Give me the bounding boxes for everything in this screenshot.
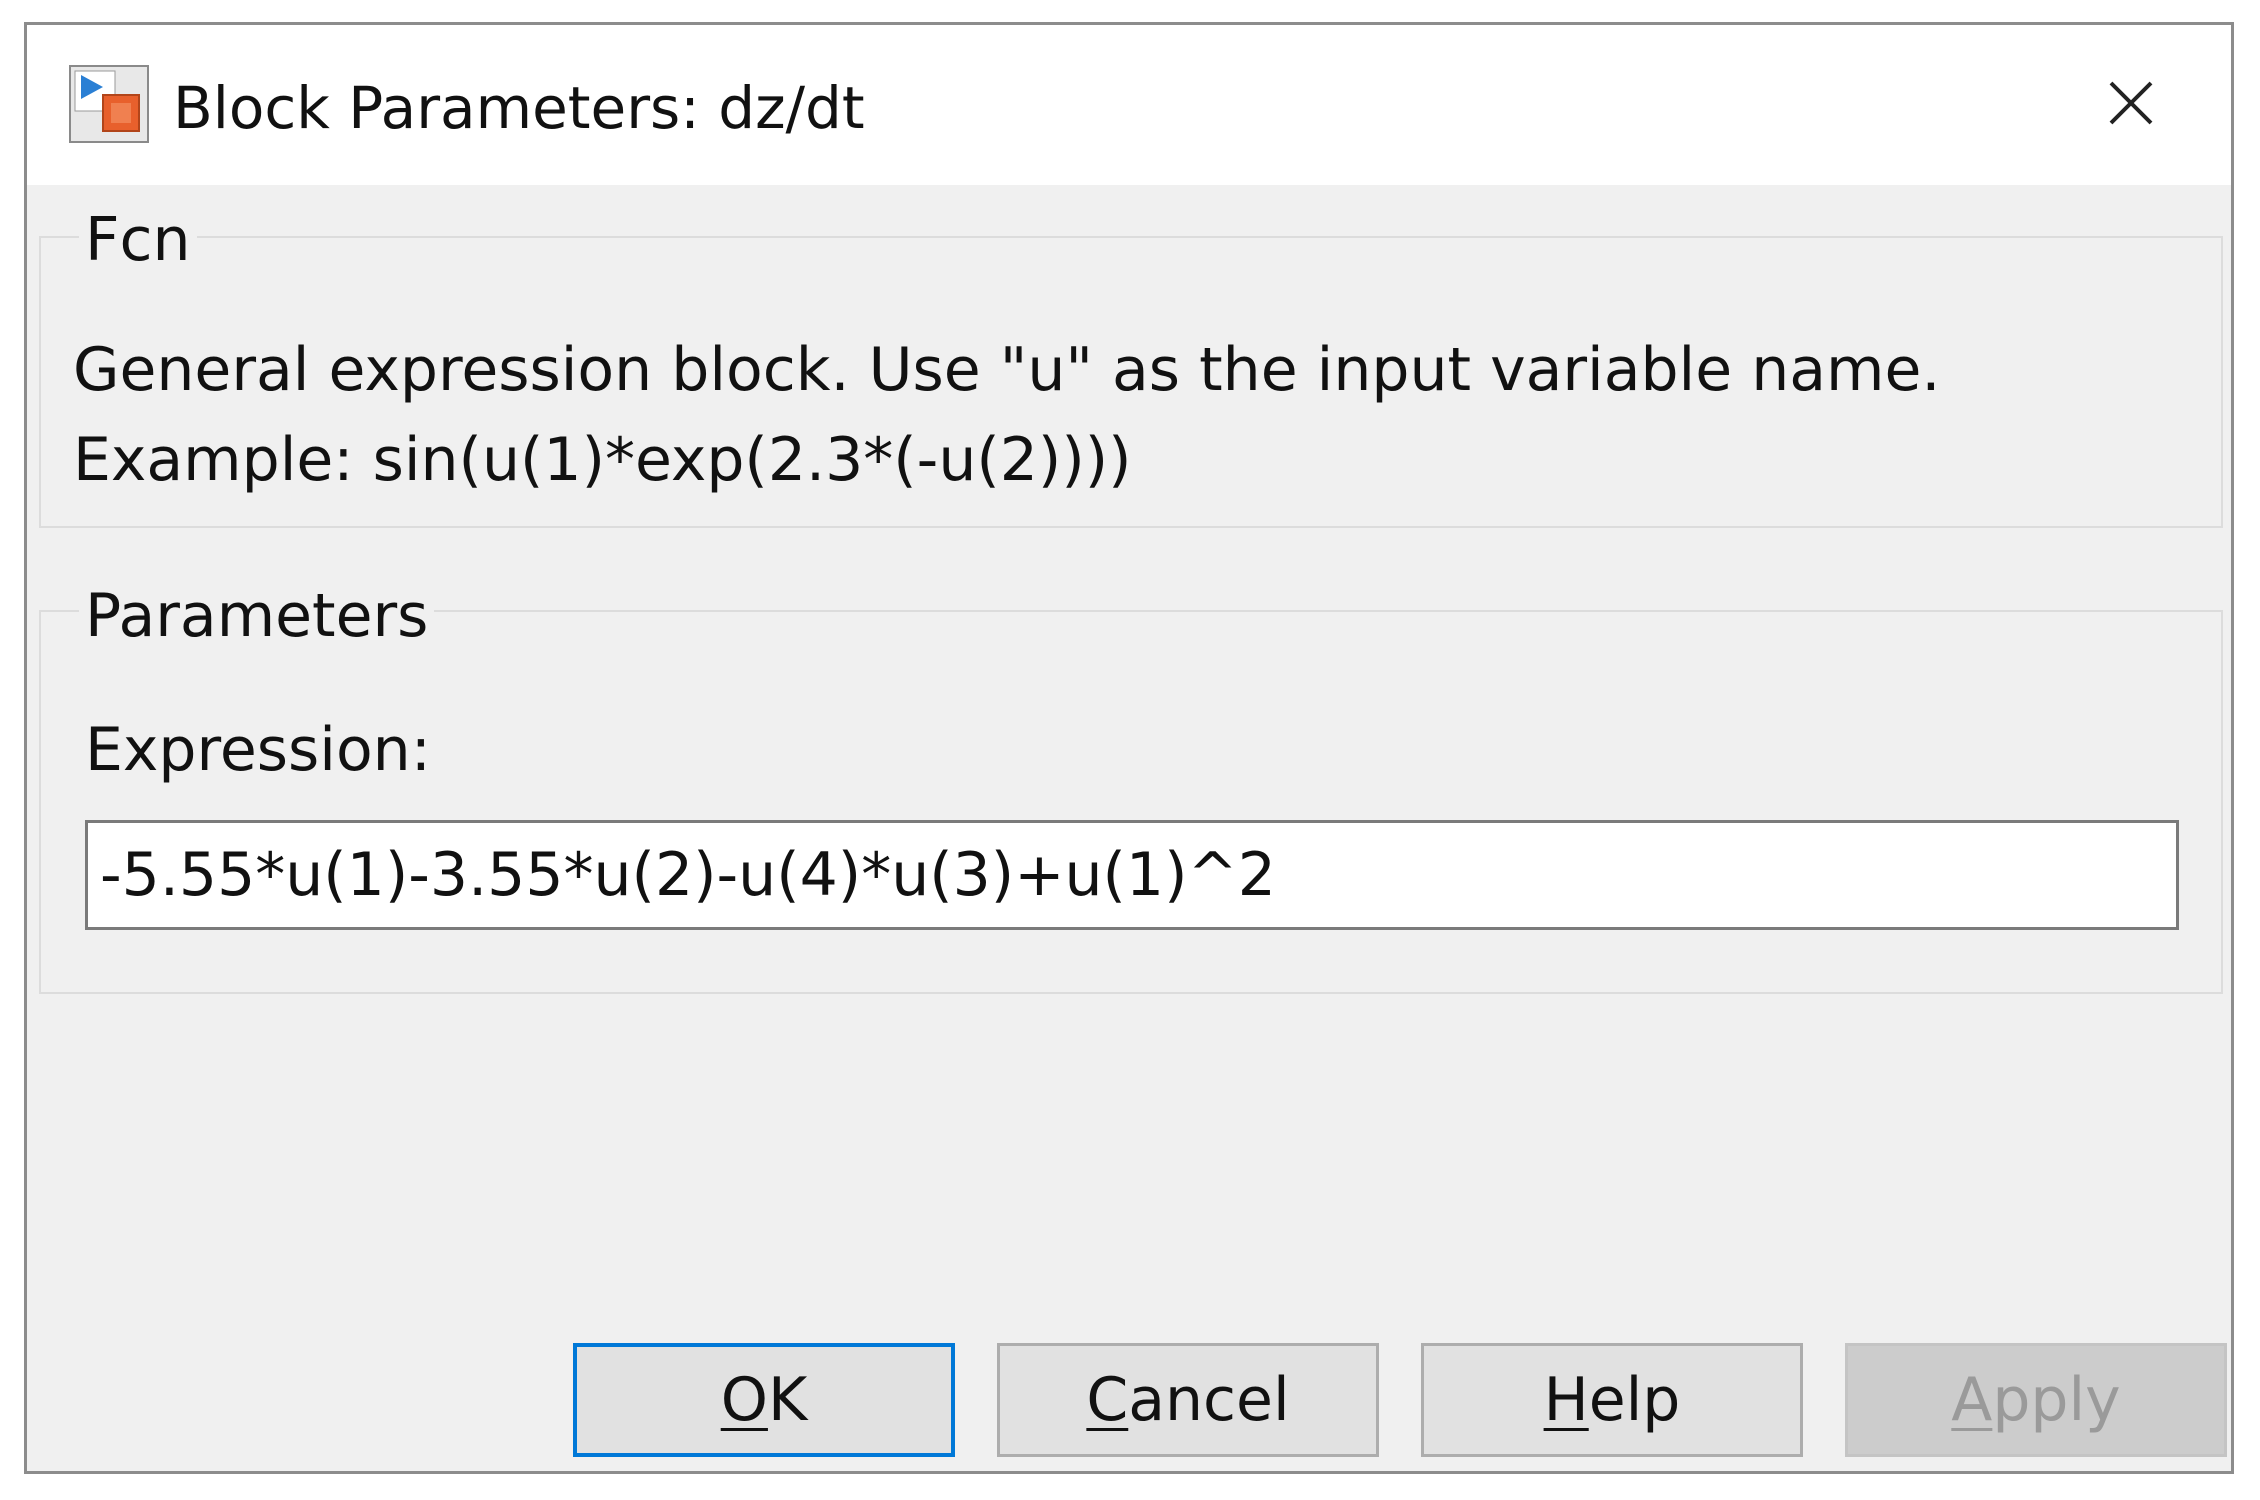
title-bar[interactable]: Block Parameters: dz/dt [27,25,2231,185]
ok-button[interactable]: OK [573,1343,955,1457]
close-button[interactable] [2091,65,2171,145]
help-label-rest: elp [1588,1365,1681,1435]
fcn-group-legend: Fcn [79,205,197,275]
cancel-mnemonic: C [1086,1365,1129,1435]
description-line-1: General expression block. Use "u" as the… [73,335,1941,405]
simulink-block-icon [69,65,149,143]
ok-label-rest: K [767,1365,808,1435]
block-parameters-dialog: Block Parameters: dz/dt Fcn General expr… [24,22,2234,1474]
apply-label-rest: pply [1992,1365,2121,1435]
apply-mnemonic: A [1951,1365,1993,1435]
parameters-group-legend: Parameters [79,581,435,651]
cancel-label-rest: ancel [1128,1365,1290,1435]
ok-mnemonic: O [720,1365,768,1435]
apply-button[interactable]: Apply [1845,1343,2227,1457]
help-mnemonic: H [1543,1365,1589,1435]
cancel-button[interactable]: Cancel [997,1343,1379,1457]
window-title: Block Parameters: dz/dt [173,74,865,142]
description-line-2: Example: sin(u(1)*exp(2.3*(-u(2)))) [73,425,1132,495]
expression-input[interactable] [85,820,2179,930]
parameters-groupbox [39,610,2223,994]
fcn-description: General expression block. Use "u" as the… [73,325,1940,505]
help-button[interactable]: Help [1421,1343,1803,1457]
close-icon [2107,79,2155,131]
expression-label: Expression: [85,715,431,785]
